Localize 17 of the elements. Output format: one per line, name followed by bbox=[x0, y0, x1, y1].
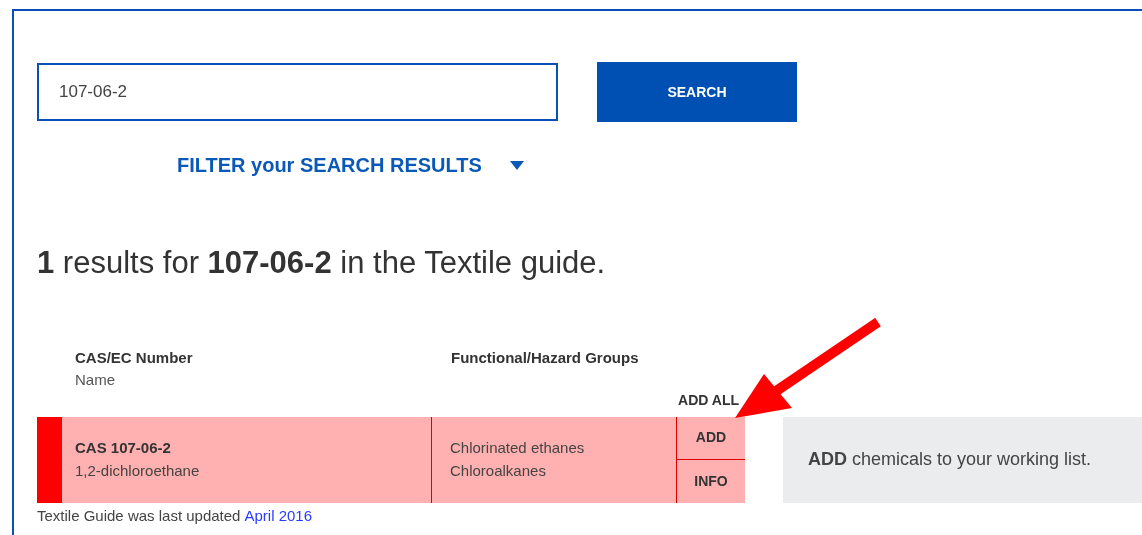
column-header: CAS/EC Number bbox=[75, 347, 194, 368]
search-field[interactable]: 107-06-2 bbox=[37, 63, 558, 121]
cas-number: CAS 107-06-2 bbox=[75, 438, 172, 458]
footer-text: Textile Guide was last updated bbox=[37, 505, 241, 526]
tooltip: ADD chemicals to your working list. bbox=[783, 416, 1142, 503]
chemical-name: 1,2-dichloroethane bbox=[75, 460, 201, 481]
caret-icon bbox=[509, 160, 524, 170]
filter-toggle[interactable]: FILTER your SEARCH RESULTS bbox=[177, 150, 524, 180]
footer-link[interactable]: April 2016 bbox=[244, 504, 312, 527]
column-header: Functional/Hazard Groups bbox=[451, 347, 639, 368]
search-button[interactable]: SEARCH bbox=[597, 62, 797, 122]
column-subheader: Name bbox=[75, 370, 116, 390]
hazard-group: Chlorinated ethanes bbox=[450, 437, 676, 460]
results-heading: 1 results for 107-06-2 in the Textile guide. bbox=[37, 244, 607, 282]
info-button[interactable]: INFO bbox=[677, 459, 745, 503]
hazard-group: Chloroalkanes bbox=[450, 459, 676, 482]
add-all-button[interactable]: ADD ALL bbox=[678, 389, 739, 411]
